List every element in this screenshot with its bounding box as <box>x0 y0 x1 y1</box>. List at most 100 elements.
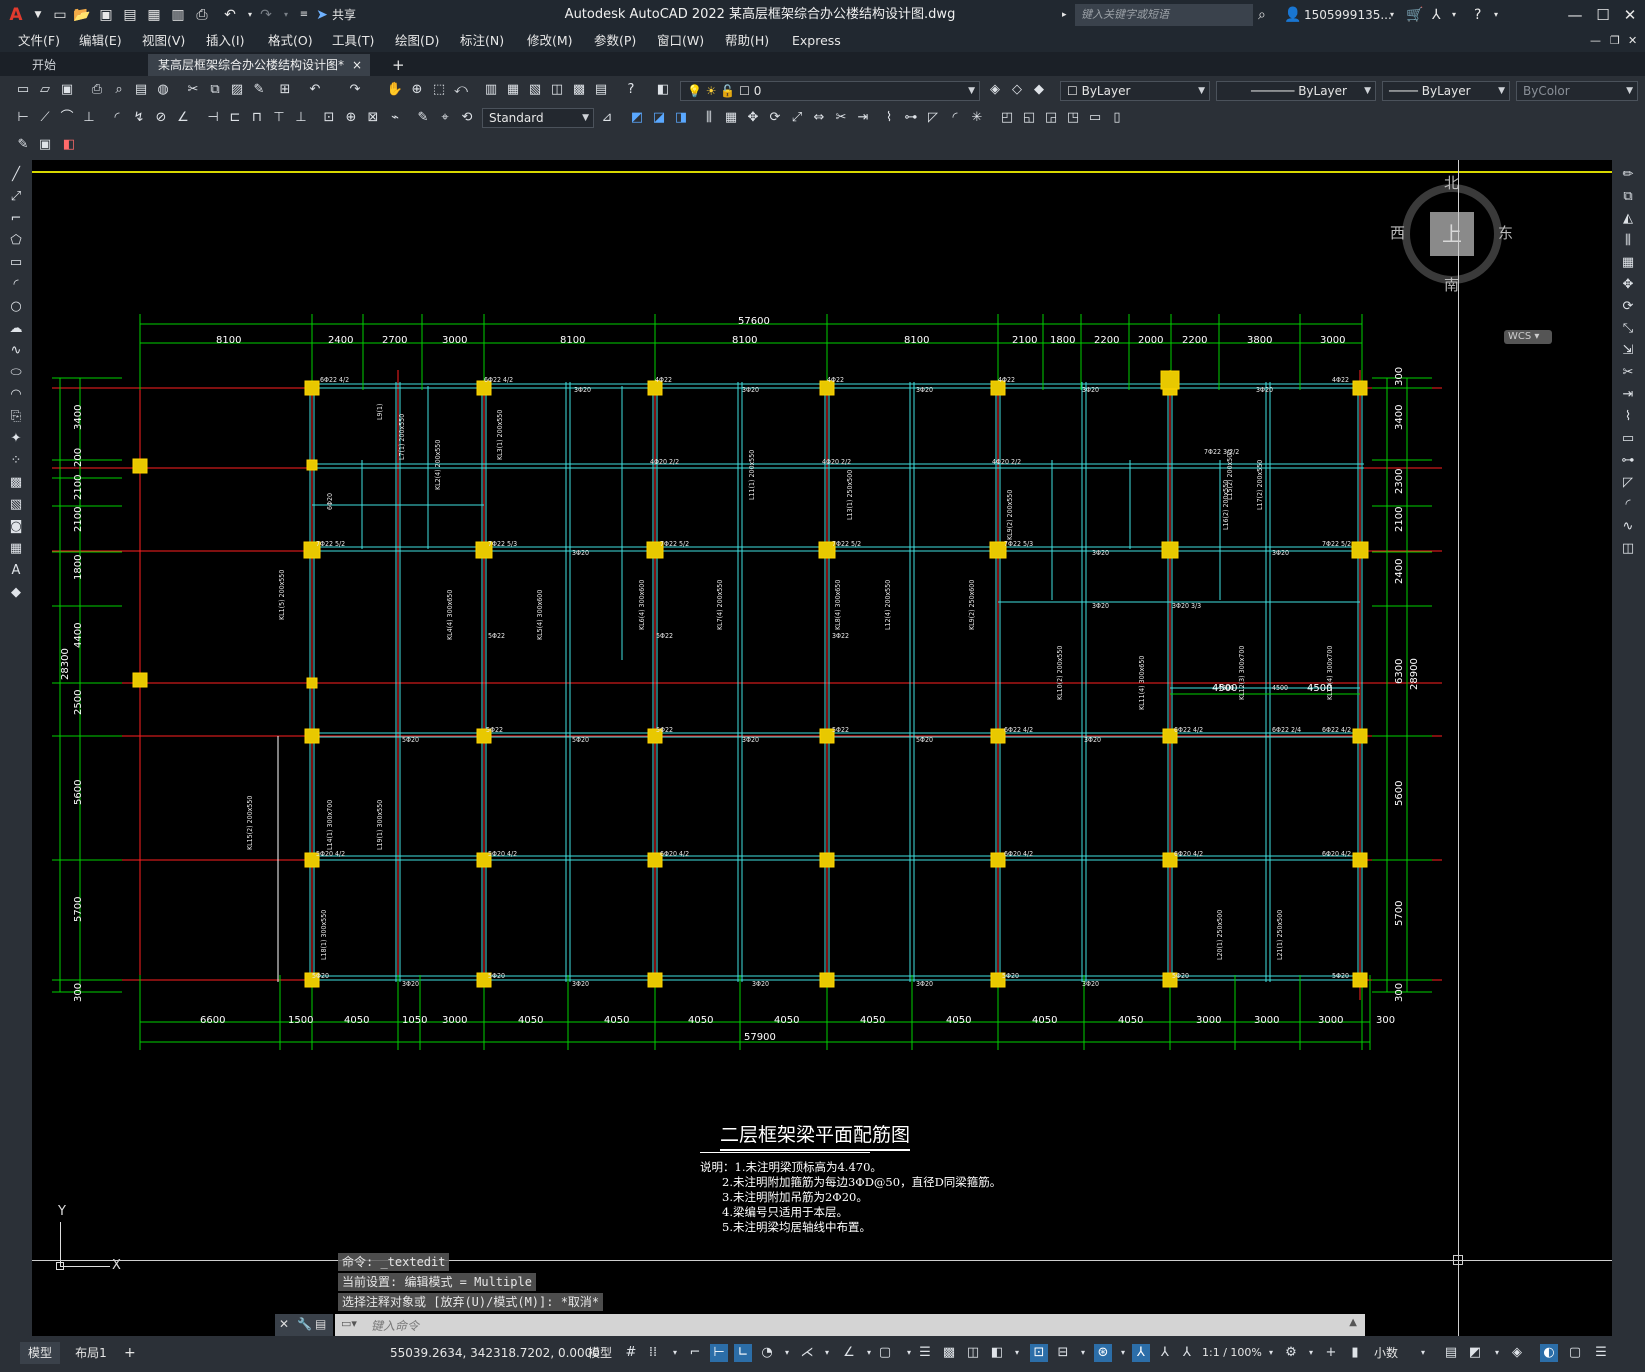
text-edit-icon[interactable]: ✎ <box>14 136 32 154</box>
array-icon[interactable]: ▦ <box>722 109 740 127</box>
stretch-icon[interactable]: ⇔ <box>810 109 828 127</box>
save-icon[interactable]: ▣ <box>96 5 116 25</box>
layer-dropdown[interactable]: 💡 ☀ 🔓 ☐ 0 ▼ <box>680 81 980 101</box>
user-account[interactable]: 1505999135... <box>1304 0 1392 30</box>
help-dropdown-icon[interactable]: ▾ <box>1494 0 1498 30</box>
chamfer-icon[interactable]: ◸ <box>924 109 942 127</box>
print-preview-icon[interactable]: ⌕ <box>110 81 128 99</box>
isodraft-icon[interactable]: ⋌ <box>798 1344 816 1362</box>
command-customize-icon[interactable]: 🔧 <box>297 1317 312 1331</box>
rectangle-icon[interactable]: ▭ <box>7 254 25 272</box>
explode-icon[interactable]: ✳ <box>968 109 986 127</box>
doc-close-icon[interactable]: ✕ <box>1628 30 1637 52</box>
dim-continue-icon[interactable]: ⊓ <box>248 109 266 127</box>
qnew-icon[interactable]: ▭ <box>14 81 32 99</box>
redo-tool-icon[interactable]: ↷ <box>346 81 364 99</box>
make-current-layer-icon[interactable]: ◈ <box>986 81 1004 99</box>
selection-filter-icon[interactable]: ⊟ <box>1054 1344 1072 1362</box>
add-layout-icon[interactable]: + <box>124 1342 136 1364</box>
scale-tool-icon[interactable]: ⤡ <box>1619 320 1637 338</box>
search-input[interactable]: 键入关键字或短语 <box>1075 4 1253 26</box>
dim-update-icon[interactable]: ⟲ <box>458 109 476 127</box>
inspect-icon[interactable]: ⊠ <box>364 109 382 127</box>
paste-icon[interactable]: ▨ <box>228 81 246 99</box>
table-icon[interactable]: ▦ <box>7 540 25 558</box>
copy-object-icon[interactable]: ◪ <box>650 109 668 127</box>
3d-osnap-icon[interactable]: ◧ <box>988 1344 1006 1362</box>
annotation-monitor-icon[interactable]: + <box>1322 1344 1340 1362</box>
spline-icon[interactable]: ∿ <box>7 342 25 360</box>
dim-jogged-icon[interactable]: ↯ <box>130 109 148 127</box>
ortho-icon[interactable]: ∟ <box>734 1344 752 1362</box>
autodesk-a360-icon[interactable]: ⅄ <box>1432 0 1441 30</box>
clean-screen-icon[interactable]: ▢ <box>1566 1344 1584 1362</box>
break-tool-icon[interactable]: ▭ <box>1619 430 1637 448</box>
dim-angular-icon[interactable]: ∠ <box>174 109 192 127</box>
viewcube[interactable]: 上 北 南 东 西 <box>1390 174 1522 304</box>
help-icon[interactable]: ? <box>1474 0 1481 30</box>
dim-radius-icon[interactable]: ◜ <box>108 109 126 127</box>
bring-text-front-icon[interactable]: ▭ <box>1086 109 1104 127</box>
isolate-objects-icon[interactable]: ◈ <box>1508 1344 1526 1362</box>
stretch-tool-icon[interactable]: ⇲ <box>1619 342 1637 360</box>
object-snap-tracking-icon[interactable]: ∠ <box>840 1344 858 1362</box>
array-tool-icon[interactable]: ▦ <box>1619 254 1637 272</box>
scale-dropdown-icon[interactable]: ▾ <box>1262 1344 1280 1362</box>
doc-restore-icon[interactable]: ❐ <box>1610 30 1620 52</box>
blend-icon[interactable]: ∿ <box>1619 518 1637 536</box>
center-mark-icon[interactable]: ⊕ <box>342 109 360 127</box>
viewcube-south[interactable]: 南 <box>1444 274 1459 295</box>
dim-baseline-icon[interactable]: ⊏ <box>226 109 244 127</box>
tolerance-icon[interactable]: ⊡ <box>320 109 338 127</box>
draworder-below-icon[interactable]: ◳ <box>1064 109 1082 127</box>
gradient-icon[interactable]: ▧ <box>7 496 25 514</box>
snap-dropdown-icon[interactable]: ▾ <box>666 1344 684 1362</box>
layer-previous-icon[interactable]: ◇ <box>1008 81 1026 99</box>
chamfer-tool-icon[interactable]: ◸ <box>1619 474 1637 492</box>
menu-edit[interactable]: 编辑(E) <box>79 30 122 52</box>
command-input[interactable]: ▭▾ 键入命令 ▲ <box>335 1314 1365 1338</box>
save-file-icon[interactable]: ▣ <box>58 81 76 99</box>
auto-scale-icon[interactable]: ⅄ <box>1156 1344 1174 1362</box>
menu-insert[interactable]: 插入(I) <box>206 30 244 52</box>
mirror-icon[interactable]: ◨ <box>672 109 690 127</box>
dim-space-icon[interactable]: ⊤ <box>270 109 288 127</box>
menu-view[interactable]: 视图(V) <box>142 30 185 52</box>
menu-help[interactable]: 帮助(H) <box>725 30 769 52</box>
help-tool-icon[interactable]: ? <box>622 81 640 99</box>
customize-qat-icon[interactable]: ≡ <box>294 5 314 25</box>
offset-tool-icon[interactable]: ⫼ <box>1619 232 1637 250</box>
rotate-icon[interactable]: ⟳ <box>766 109 784 127</box>
viewcube-face[interactable]: 上 <box>1430 212 1474 256</box>
tab-start[interactable]: 开始 <box>22 54 142 76</box>
copy-icon[interactable]: ⧉ <box>206 81 224 99</box>
publish-icon[interactable]: ▦ <box>144 5 164 25</box>
undo-tool-icon[interactable]: ↶ <box>306 81 324 99</box>
open-icon[interactable]: 📂 <box>72 5 92 25</box>
3d-osnap-dropdown-icon[interactable]: ▾ <box>1008 1344 1026 1362</box>
dim-linear-icon[interactable]: ⊢ <box>14 109 32 127</box>
workspace-dropdown-icon[interactable]: ▾ <box>1302 1344 1320 1362</box>
redo-dropdown-icon[interactable]: ▾ <box>276 5 296 25</box>
layer-tool-icon[interactable]: ◧ <box>60 136 78 154</box>
quick-dim-icon[interactable]: ⊣ <box>204 109 222 127</box>
filter-dropdown-icon[interactable]: ▾ <box>1074 1344 1092 1362</box>
move-tool-icon[interactable]: ✥ <box>1619 276 1637 294</box>
menu-window[interactable]: 窗口(W) <box>657 30 704 52</box>
tool-palettes-icon[interactable]: ▧ <box>526 81 544 99</box>
isodraft-dropdown-icon[interactable]: ▾ <box>818 1344 836 1362</box>
units-icon[interactable]: ▮ <box>1346 1344 1364 1362</box>
explode-tool-icon[interactable]: ◫ <box>1619 540 1637 558</box>
share-icon[interactable]: ➤ <box>312 5 332 25</box>
construction-line-icon[interactable]: ⤢ <box>7 188 25 206</box>
mtext-icon[interactable]: A <box>7 562 25 580</box>
color-dropdown[interactable]: ☐ ByLayer ▼ <box>1060 81 1210 101</box>
dim-break-icon[interactable]: ⊥ <box>292 109 310 127</box>
zoom-previous-icon[interactable]: ⤺ <box>452 81 470 99</box>
layer-properties-icon[interactable]: ◧ <box>654 81 672 99</box>
trim-tool-icon[interactable]: ✂ <box>1619 364 1637 382</box>
design-center-icon[interactable]: ▦ <box>504 81 522 99</box>
open-file-icon[interactable]: ▱ <box>36 81 54 99</box>
menu-dimension[interactable]: 标注(N) <box>460 30 504 52</box>
lock-ui-icon[interactable]: ◩ <box>1466 1344 1484 1362</box>
